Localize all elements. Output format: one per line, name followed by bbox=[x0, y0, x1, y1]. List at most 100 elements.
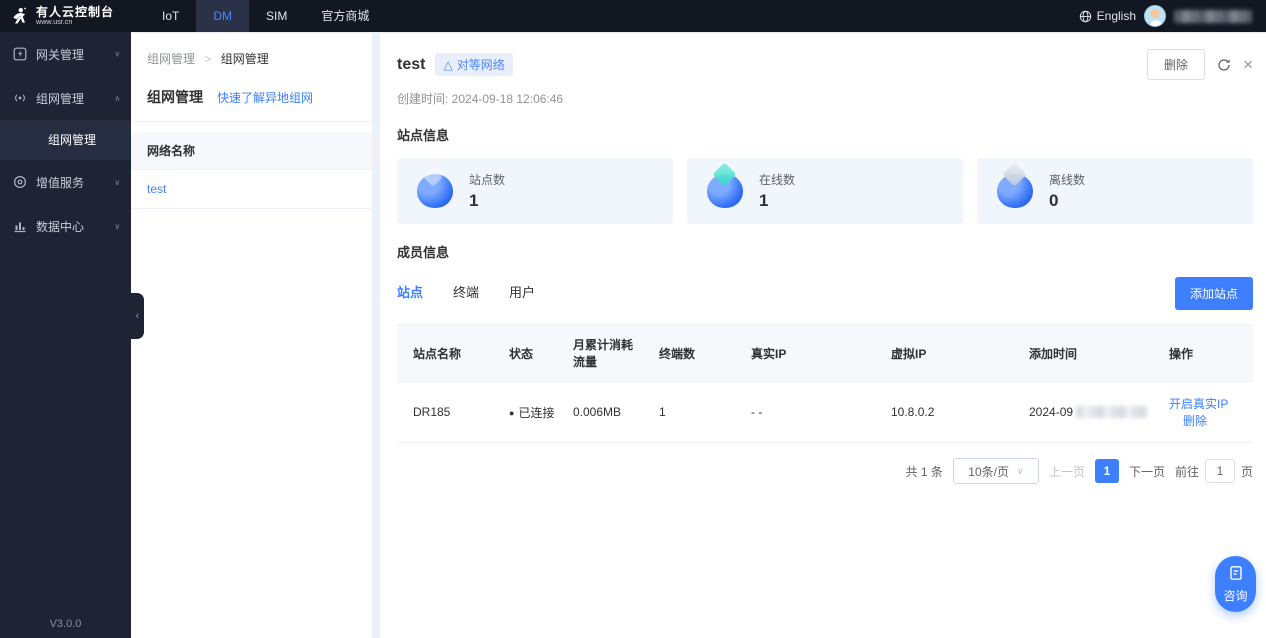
network-detail-panel: test △ 对等网络 删除 × 创建时间: 2024-09-18 12:06:… bbox=[380, 32, 1266, 638]
warning-triangle-icon: △ bbox=[443, 57, 453, 72]
version-label: V3.0.0 bbox=[49, 618, 82, 630]
cell-virtual-ip: 10.8.0.2 bbox=[883, 381, 1021, 443]
topbar: 有人云控制台 www.usr.cn IoT DM SIM 官方商城 Englis… bbox=[0, 0, 1266, 32]
tab-sites[interactable]: 站点 bbox=[397, 282, 423, 305]
delete-network-button[interactable]: 删除 bbox=[1147, 49, 1206, 80]
breadcrumb-current: 组网管理 bbox=[220, 52, 269, 66]
sidebar-item-label: 组网管理 bbox=[36, 91, 85, 106]
sidebar-collapse-handle[interactable]: ‹ bbox=[131, 293, 144, 339]
network-icon bbox=[15, 94, 25, 102]
language-label: English bbox=[1096, 9, 1136, 23]
status-text: 已连接 bbox=[518, 405, 555, 420]
sidebar-item-label: 数据中心 bbox=[36, 219, 85, 234]
data-center-icon bbox=[14, 222, 26, 233]
stat-card-online: 在线数 1 bbox=[687, 158, 963, 224]
sites-table: 站点名称 状态 月累计消耗流量 终端数 真实IP 虚拟IP 添加时间 操作 DR… bbox=[397, 324, 1253, 443]
close-icon[interactable]: × bbox=[1243, 56, 1253, 73]
top-tab-dm[interactable]: DM bbox=[196, 0, 250, 32]
table-row: DR185 ● 已连接 0.006MB 1 - - 10.8.0.2 2024-0… bbox=[397, 381, 1253, 443]
globe-icon bbox=[1079, 10, 1091, 22]
avatar[interactable] bbox=[1144, 5, 1166, 27]
page-size-select[interactable]: 10条/页 ∨ bbox=[952, 458, 1039, 484]
top-tab-iot[interactable]: IoT bbox=[145, 0, 196, 32]
network-list-item-test[interactable]: test bbox=[131, 170, 372, 209]
network-type-badge: △ 对等网络 bbox=[435, 53, 513, 76]
top-tab-sim[interactable]: SIM bbox=[249, 0, 304, 32]
sidebar-item-value-services[interactable]: 增值服务 ∨ bbox=[0, 160, 131, 204]
sidebar-subitem-networking[interactable]: 组网管理 bbox=[0, 120, 131, 160]
language-switcher[interactable]: English bbox=[1079, 9, 1136, 23]
col-actions: 操作 bbox=[1161, 324, 1253, 382]
sidebar: 网关管理 ∨ 组网管理 ∧ 组网管理 增值服务 ∨ 数据中心 ∨ V3.0.0 bbox=[0, 32, 131, 638]
breadcrumb: 组网管理 > 组网管理 bbox=[131, 33, 372, 67]
stat-label: 离线数 bbox=[1049, 173, 1086, 187]
col-site-name: 站点名称 bbox=[397, 324, 501, 382]
member-tabs: 站点 终端 用户 添加站点 bbox=[397, 277, 1253, 310]
section-members: 成员信息 bbox=[397, 245, 450, 260]
learn-networking-link[interactable]: 快速了解异地组网 bbox=[217, 89, 313, 106]
pagination-total: 共 1 条 bbox=[905, 464, 943, 479]
panel-divider bbox=[372, 32, 380, 638]
stat-value: 0 bbox=[1049, 191, 1059, 210]
cell-real-ip: - - bbox=[743, 381, 883, 443]
sidebar-item-gateway[interactable]: 网关管理 ∨ bbox=[0, 32, 131, 76]
cell-terminals: 1 bbox=[651, 381, 743, 443]
tab-terminals[interactable]: 终端 bbox=[453, 282, 479, 305]
stat-card-offline: 离线数 0 bbox=[977, 158, 1253, 224]
offline-sphere-icon bbox=[997, 174, 1033, 208]
list-panel-title: 组网管理 bbox=[147, 89, 203, 105]
cell-site-name: DR185 bbox=[397, 381, 501, 443]
col-added-time: 添加时间 bbox=[1021, 324, 1161, 382]
sites-sphere-icon bbox=[417, 174, 453, 208]
refresh-button[interactable] bbox=[1217, 58, 1231, 72]
chevron-down-icon: ∨ bbox=[114, 177, 121, 187]
col-traffic: 月累计消耗流量 bbox=[565, 324, 651, 382]
page-size-value: 10条/页 bbox=[968, 464, 1009, 479]
cell-traffic: 0.006MB bbox=[565, 381, 651, 443]
consult-button[interactable]: 咨询 bbox=[1215, 556, 1256, 612]
col-status: 状态 bbox=[501, 324, 565, 382]
network-title: test bbox=[397, 55, 426, 73]
select-arrow-icon: ∨ bbox=[1016, 465, 1024, 476]
goto-suffix: 页 bbox=[1240, 464, 1253, 479]
prev-page-button[interactable]: 上一页 bbox=[1049, 463, 1085, 480]
col-virtual-ip: 虚拟IP bbox=[883, 324, 1021, 382]
sidebar-item-networking[interactable]: 组网管理 ∧ bbox=[0, 76, 131, 120]
added-time-redacted bbox=[1076, 406, 1149, 418]
logo-subtitle: www.usr.cn bbox=[36, 17, 73, 26]
top-nav: IoT DM SIM 官方商城 bbox=[145, 0, 386, 32]
consult-label: 咨询 bbox=[1223, 589, 1248, 603]
page-number-1[interactable]: 1 bbox=[1094, 459, 1119, 483]
gateway-icon bbox=[13, 47, 27, 61]
logo-title: 有人云控制台 bbox=[36, 4, 115, 19]
document-icon bbox=[1229, 566, 1242, 580]
top-tab-mall[interactable]: 官方商城 bbox=[304, 0, 386, 32]
badge-label: 对等网络 bbox=[456, 58, 505, 72]
breadcrumb-item[interactable]: 组网管理 bbox=[147, 52, 195, 66]
online-sphere-icon bbox=[707, 174, 743, 208]
sidebar-item-data-center[interactable]: 数据中心 ∨ bbox=[0, 204, 131, 248]
add-site-button[interactable]: 添加站点 bbox=[1174, 277, 1253, 310]
stat-value: 1 bbox=[759, 191, 769, 210]
chevron-up-icon: ∧ bbox=[114, 93, 121, 103]
sidebar-item-label: 增值服务 bbox=[36, 175, 85, 190]
logo: 有人云控制台 www.usr.cn bbox=[0, 0, 131, 32]
breadcrumb-separator-icon: > bbox=[204, 52, 212, 66]
delete-row-link[interactable]: 删除 bbox=[1183, 414, 1207, 428]
col-terminals: 终端数 bbox=[651, 324, 743, 382]
network-name-column-header: 网络名称 bbox=[131, 132, 372, 170]
chevron-down-icon: ∨ bbox=[114, 49, 121, 59]
username-redacted[interactable] bbox=[1174, 9, 1252, 23]
tab-users[interactable]: 用户 bbox=[509, 282, 535, 305]
page: 有人云控制台 www.usr.cn IoT DM SIM 官方商城 Englis… bbox=[0, 0, 1266, 638]
goto-page-input[interactable] bbox=[1204, 459, 1235, 483]
created-time: 创建时间: 2024-09-18 12:06:46 bbox=[397, 92, 564, 106]
chevron-down-icon: ∨ bbox=[114, 221, 121, 231]
cell-status: ● 已连接 bbox=[501, 381, 565, 443]
refresh-icon bbox=[1218, 58, 1230, 71]
stat-card-sites: 站点数 1 bbox=[397, 158, 673, 224]
stat-label: 在线数 bbox=[759, 173, 796, 187]
enable-real-ip-link[interactable]: 开启真实IP bbox=[1169, 397, 1228, 411]
cell-actions: 开启真实IP 删除 bbox=[1161, 381, 1253, 443]
next-page-button[interactable]: 下一页 bbox=[1129, 463, 1165, 480]
